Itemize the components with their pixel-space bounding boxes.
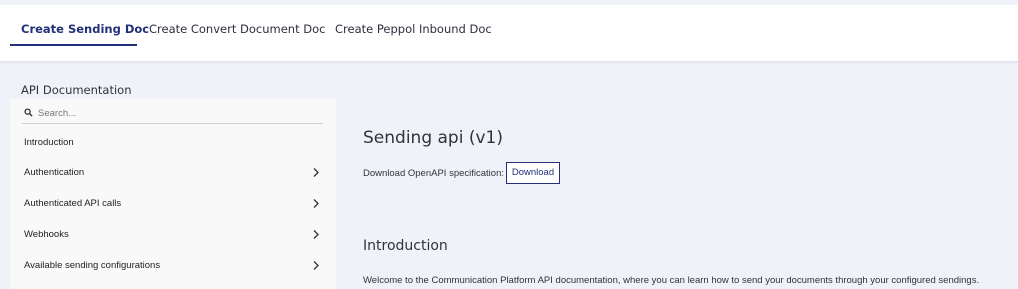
search-box bbox=[22, 102, 323, 124]
active-tab-indicator bbox=[10, 44, 137, 46]
sidebar-item-available-sending-configurations[interactable]: Available sending configurations bbox=[10, 251, 336, 281]
tab-create-sending-doc[interactable]: Create Sending Doc bbox=[21, 5, 149, 45]
download-button[interactable]: Download bbox=[506, 162, 560, 184]
introduction-text: Welcome to the Communication Platform AP… bbox=[363, 275, 980, 286]
api-documentation-title: API Documentation bbox=[21, 83, 132, 97]
tab-bar: Create Sending Doc Create Convert Docume… bbox=[0, 5, 1018, 62]
tab-create-convert-document-doc[interactable]: Create Convert Document Doc bbox=[149, 5, 325, 45]
search-icon bbox=[24, 108, 33, 117]
chevron-right-icon[interactable] bbox=[312, 198, 320, 209]
sidebar-item-webhooks[interactable]: Webhooks bbox=[10, 220, 336, 250]
chevron-right-icon[interactable] bbox=[312, 167, 320, 178]
sidebar-item-authentication[interactable]: Authentication bbox=[10, 158, 336, 188]
download-label: Download OpenAPI specification: bbox=[363, 168, 504, 179]
sidebar-item-introduction[interactable]: Introduction bbox=[10, 128, 336, 158]
section-title-introduction: Introduction bbox=[363, 238, 448, 254]
sidebar-item-label: Introduction bbox=[24, 137, 74, 148]
sidebar: Introduction Authentication Authenticate… bbox=[10, 99, 336, 289]
page-title: Sending api (v1) bbox=[363, 128, 503, 148]
sidebar-item-label: Authenticated API calls bbox=[24, 198, 122, 209]
sidebar-item-label: Webhooks bbox=[24, 229, 69, 240]
chevron-right-icon[interactable] bbox=[312, 260, 320, 271]
sidebar-item-label: Available sending configurations bbox=[24, 260, 161, 271]
download-row: Download OpenAPI specification: Download bbox=[363, 162, 663, 184]
sidebar-item-label: Authentication bbox=[24, 167, 85, 178]
chevron-right-icon[interactable] bbox=[312, 229, 320, 240]
sidebar-item-authenticated-api-calls[interactable]: Authenticated API calls bbox=[10, 189, 336, 219]
tab-create-peppol-inbound-doc[interactable]: Create Peppol Inbound Doc bbox=[335, 5, 492, 45]
search-input[interactable] bbox=[38, 104, 318, 122]
